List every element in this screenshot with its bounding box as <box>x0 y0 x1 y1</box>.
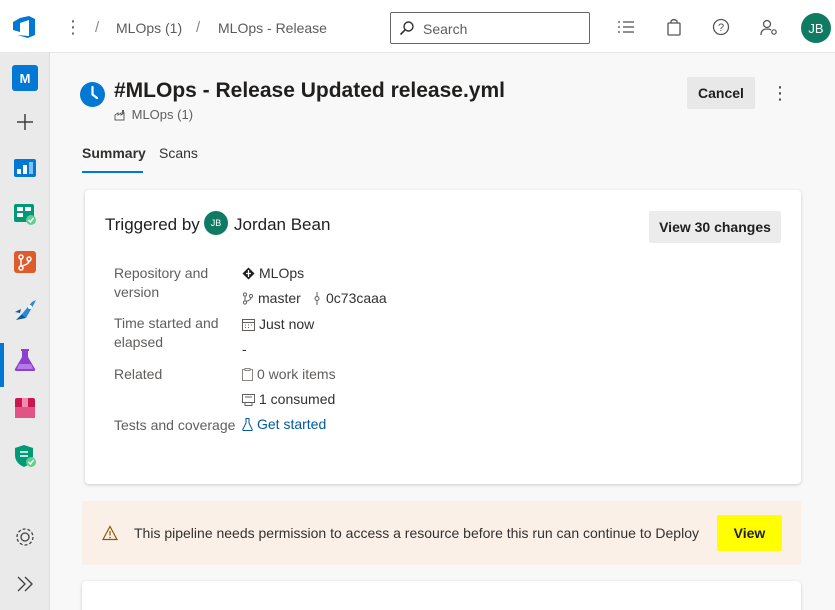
warning-icon <box>102 525 118 541</box>
left-navigation-rail: M <box>0 53 50 610</box>
view-changes-button[interactable]: View 30 changes <box>649 211 781 243</box>
work-items-value[interactable]: 0 work items <box>242 366 336 382</box>
get-started-link[interactable]: Get started <box>257 416 326 432</box>
breadcrumb-separator: / <box>95 19 100 36</box>
commit-value[interactable]: 0c73caaa <box>312 290 387 306</box>
azure-devops-logo-icon[interactable] <box>11 15 37 39</box>
branch-icon <box>242 292 254 305</box>
search-icon <box>399 21 414 36</box>
warning-text: This pipeline needs permission to access… <box>134 525 699 541</box>
flask-icon <box>242 418 253 431</box>
repo-icon <box>242 267 255 280</box>
user-settings-icon[interactable] <box>760 18 778 36</box>
commit-icon <box>314 292 320 305</box>
repository-value[interactable]: MLOps <box>242 265 304 281</box>
tab-scans[interactable]: Scans <box>159 145 198 161</box>
user-avatar[interactable]: JB <box>801 13 831 43</box>
consumed-text: 1 consumed <box>259 391 336 407</box>
test-plans-icon[interactable] <box>12 347 38 373</box>
breadcrumb-separator: / <box>196 19 201 36</box>
top-bar: ⋮ / MLOps (1) / MLOps - Release Search ?… <box>0 0 835 53</box>
breadcrumb-project[interactable]: MLOps (1) <box>116 20 182 36</box>
stages-card <box>82 581 801 610</box>
started-value: Just now <box>242 316 314 332</box>
more-vertical-icon[interactable]: ⋮ <box>64 16 82 38</box>
run-subtitle-text: MLOps (1) <box>131 107 194 122</box>
tests-value[interactable]: Get started <box>242 416 326 432</box>
active-indicator <box>0 343 4 387</box>
project-m-icon[interactable]: M <box>12 65 38 91</box>
permission-warning-banner: This pipeline needs permission to access… <box>82 501 801 565</box>
repository-label: Repository and version <box>114 265 209 300</box>
search-placeholder: Search <box>423 21 468 37</box>
clipboard-icon <box>242 368 253 381</box>
related-label: Related <box>114 366 163 382</box>
view-permission-button[interactable]: View <box>717 515 782 551</box>
work-items-text: 0 work items <box>257 366 336 382</box>
boards-icon[interactable] <box>12 201 38 227</box>
trigger-user-name[interactable]: Jordan Bean <box>234 215 330 235</box>
add-icon[interactable] <box>12 109 38 135</box>
started-text: Just now <box>259 316 315 332</box>
branch-value[interactable]: master <box>242 290 301 306</box>
repository-name: MLOps <box>259 265 305 281</box>
calendar-icon <box>242 319 255 331</box>
help-icon[interactable]: ? <box>712 18 730 36</box>
tab-summary[interactable]: Summary <box>82 145 146 161</box>
collapse-icon[interactable] <box>12 571 38 597</box>
artifact-icon <box>242 394 255 406</box>
overview-icon[interactable] <box>12 155 38 181</box>
cancel-button[interactable]: Cancel <box>687 77 755 109</box>
settings-icon[interactable] <box>12 524 38 550</box>
artifacts-icon[interactable] <box>12 395 38 421</box>
search-input[interactable]: Search <box>390 12 590 44</box>
security-icon[interactable] <box>12 443 38 469</box>
running-status-icon <box>80 82 105 107</box>
breadcrumb-pipeline[interactable]: MLOps - Release <box>218 20 327 36</box>
shopping-bag-icon[interactable] <box>665 18 683 36</box>
trigger-user-avatar: JB <box>204 211 228 235</box>
run-title: #MLOps - Release Updated release.yml <box>114 79 505 102</box>
pipelines-icon[interactable] <box>12 298 38 324</box>
svg-text:?: ? <box>718 22 724 34</box>
elapsed-value: - <box>242 341 247 357</box>
tests-label: Tests and coverage <box>114 417 236 433</box>
pipeline-icon <box>114 110 125 121</box>
repos-icon[interactable] <box>12 249 38 275</box>
triggered-by-label: Triggered by <box>105 215 200 234</box>
commit-hash: 0c73caaa <box>326 290 387 306</box>
run-subtitle[interactable]: MLOps (1) <box>114 107 193 122</box>
task-list-icon[interactable] <box>617 18 635 36</box>
active-tab-indicator <box>82 171 143 173</box>
summary-card: Triggered by JB Jordan Bean View 30 chan… <box>85 190 801 484</box>
time-label: Time started and elapsed <box>114 315 219 350</box>
branch-name: master <box>258 290 301 306</box>
more-actions-icon[interactable]: ⋮ <box>771 82 789 104</box>
consumed-value[interactable]: 1 consumed <box>242 391 335 407</box>
